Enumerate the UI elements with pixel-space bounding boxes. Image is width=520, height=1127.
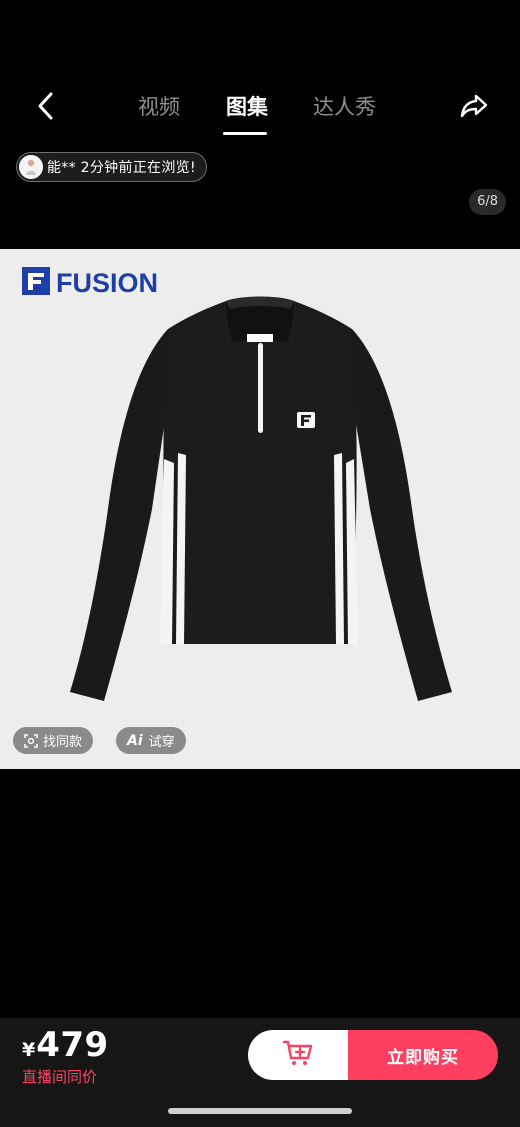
share-button[interactable] [456, 90, 492, 126]
home-indicator[interactable] [168, 1108, 352, 1114]
tab-influencer-show[interactable]: 达人秀 [313, 92, 376, 122]
browsing-notice-text: 能** 2分钟前正在浏览! [47, 160, 196, 176]
media-tabs: 视频 图集 达人秀 [0, 76, 520, 140]
image-counter: 6/8 [469, 189, 506, 215]
top-navigation: 视频 图集 达人秀 [0, 76, 520, 140]
price-amount: 479 [36, 1025, 109, 1065]
find-similar-button[interactable]: 找同款 [13, 727, 94, 754]
jacket-illustration [70, 296, 452, 701]
price-subtitle: 直播间同价 [22, 1068, 98, 1086]
add-to-cart-icon [282, 1039, 314, 1071]
active-tab-indicator [223, 132, 267, 135]
ai-icon: Ai [127, 732, 143, 749]
avatar [19, 155, 43, 179]
add-to-cart-button[interactable] [248, 1030, 348, 1080]
tab-gallery[interactable]: 图集 [226, 92, 268, 122]
share-icon [459, 93, 489, 123]
ai-tryon-button[interactable]: Ai 试穿 [116, 727, 186, 754]
tab-video[interactable]: 视频 [138, 92, 180, 122]
browsing-notice: 能** 2分钟前正在浏览! [16, 152, 207, 182]
find-similar-label: 找同款 [43, 735, 83, 750]
buy-now-button[interactable]: 立即购买 [348, 1030, 498, 1080]
ai-tryon-label: 试穿 [148, 735, 175, 750]
scan-icon [24, 733, 38, 748]
product-image[interactable]: FUSION 找同款 Ai 试穿 [0, 249, 520, 769]
currency-symbol: ¥ [22, 1039, 36, 1061]
price: ¥ 479 [22, 1025, 109, 1065]
